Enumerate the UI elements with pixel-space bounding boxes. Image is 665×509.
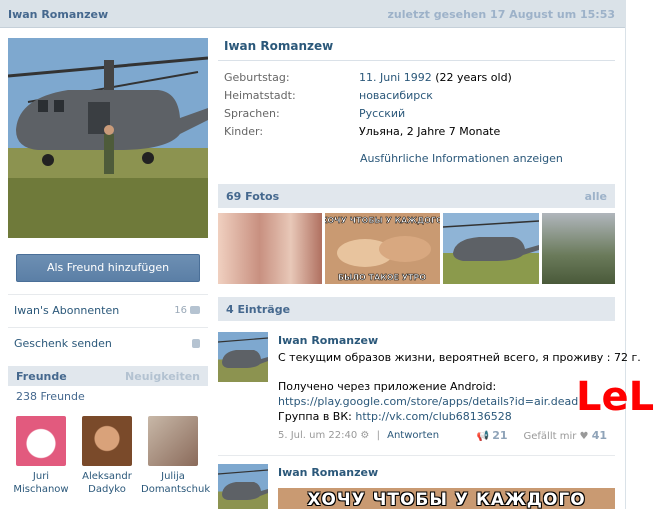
subscribers-link[interactable]: Iwan's Abonnenten 16	[8, 294, 208, 327]
post-group-prefix: Группа в ВК:	[278, 410, 356, 423]
post-divider	[218, 455, 615, 456]
photo-thumbnail[interactable]: ХОЧУ ЧТОБЫ У КАЖДОГО БЫЛО ТАКОЕ УТРО	[325, 213, 440, 284]
post-link[interactable]: https://play.google.com/store/apps/detai…	[278, 395, 578, 409]
meme-photo: ХОЧУ ЧТОБЫ У КАЖДОГО БЫЛО ТАКОЕ УТРО	[325, 213, 440, 284]
friend-avatar[interactable]	[82, 416, 132, 466]
meme-top-text: ХОЧУ ЧТОБЫ У КАЖДОГО	[325, 216, 440, 225]
hometown-link[interactable]: новасибирск	[359, 89, 433, 102]
friends-news-link[interactable]: Neuigkeiten	[125, 370, 200, 383]
wall-section-header[interactable]: 4 Einträge	[218, 297, 615, 321]
photo-thumbnail[interactable]	[443, 213, 539, 284]
add-friend-button[interactable]: Als Freund hinzufügen	[16, 254, 200, 282]
post-author-name[interactable]: Iwan Romanzew	[278, 466, 378, 479]
post-text: Группа в ВК: http://vk.com/club68136528	[278, 410, 512, 424]
friend-card[interactable]: Julija Domantschuk	[141, 416, 210, 496]
friend-first-name[interactable]: Aleksandr	[75, 470, 139, 483]
wall-post: Iwan Romanzew С текущим образов жизни, в…	[217, 332, 641, 452]
children-value: Ульяна, 2 Jahre 7 Monate	[359, 125, 501, 138]
like-button[interactable]: Gefällt mir ♥ 41	[523, 429, 608, 442]
friends-count[interactable]: 238 Freunde	[16, 390, 85, 403]
language-link[interactable]: Русский	[359, 107, 405, 120]
post-author-avatar[interactable]	[217, 464, 269, 509]
friend-last-name[interactable]: Mischanow	[9, 483, 73, 496]
annotation-text: LeL	[576, 374, 654, 416]
wall-title[interactable]: 4 Einträge	[226, 303, 290, 316]
post-date[interactable]: 5. Jul. um 22:40	[278, 430, 357, 441]
info-label: Kinder:	[224, 125, 264, 138]
separator: |	[376, 430, 380, 441]
photo-thumbnail[interactable]	[218, 213, 322, 284]
friend-last-name[interactable]: Domantschuk	[141, 483, 210, 496]
gear-icon[interactable]: ⚙	[360, 430, 369, 441]
gift-icon	[192, 338, 200, 348]
friends-title[interactable]: Freunde	[16, 370, 67, 383]
info-value: 11. Juni 1992 (22 years old)	[359, 71, 512, 84]
repost-button[interactable]: 📢 21	[476, 429, 508, 442]
info-label: Heimatstadt:	[224, 89, 296, 102]
likes-count: 41	[591, 429, 607, 442]
birthday-link[interactable]: 11. Juni 1992	[359, 71, 432, 84]
photos-title[interactable]: 69 Fotos	[226, 190, 279, 203]
name-divider	[218, 60, 615, 61]
info-label: Geburtstag:	[224, 71, 290, 84]
helicopter-icon	[217, 337, 269, 368]
wall-post: Iwan Romanzew ХОЧУ ЧТОБЫ У КАЖДОГО	[217, 464, 615, 509]
photos-section-header[interactable]: 69 Fotos alle	[218, 184, 615, 208]
friend-first-name[interactable]: Julija	[141, 470, 205, 483]
send-gift-link[interactable]: Geschenk senden	[8, 327, 208, 360]
post-image[interactable]: ХОЧУ ЧТОБЫ У КАЖДОГО	[278, 488, 615, 509]
last-seen-status: zuletzt gesehen 17 August um 15:53	[387, 8, 615, 21]
megaphone-icon: 📢	[476, 431, 490, 442]
subscribers-label: Iwan's Abonnenten	[14, 304, 120, 317]
friend-avatar[interactable]	[16, 416, 66, 466]
helicopter-photo	[8, 38, 208, 238]
people-icon	[190, 306, 200, 314]
gift-icon-wrap	[189, 338, 200, 349]
post-author-name[interactable]: Iwan Romanzew	[278, 334, 378, 347]
send-gift-label: Geschenk senden	[14, 337, 112, 350]
profile-header-bar: Iwan Romanzew zuletzt gesehen 17 August …	[0, 0, 625, 28]
likes-label: Gefällt mir	[523, 431, 577, 442]
photo-thumbnail[interactable]	[542, 213, 615, 284]
info-label: Sprachen:	[224, 107, 280, 120]
profile-name: Iwan Romanzew	[224, 39, 334, 53]
friend-card[interactable]: Juri Mischanow	[9, 416, 73, 496]
lel-annotation: LeL	[576, 374, 654, 416]
friends-section-header: Freunde Neuigkeiten	[8, 366, 208, 386]
helicopter-photo	[443, 213, 539, 284]
post-meme-text: ХОЧУ ЧТОБЫ У КАЖДОГО	[307, 490, 586, 509]
profile-avatar[interactable]	[8, 38, 208, 238]
friend-first-name[interactable]: Juri	[9, 470, 73, 483]
friend-card[interactable]: Aleksandr Dadyko	[75, 416, 139, 496]
post-author-avatar[interactable]	[217, 332, 269, 382]
photos-all-link[interactable]: alle	[585, 190, 607, 203]
post-actions: 📢 21 Gefällt mir ♥ 41	[477, 429, 607, 442]
meme-bottom-text: БЫЛО ТАКОЕ УТРО	[338, 273, 426, 282]
header-name[interactable]: Iwan Romanzew	[8, 8, 108, 21]
show-more-info-link[interactable]: Ausführliche Informationen anzeigen	[360, 152, 563, 165]
subscribers-count: 16	[174, 305, 200, 316]
page-right-border	[625, 0, 626, 509]
helicopter-icon	[217, 469, 269, 500]
post-text: С текущим образов жизни, вероятней всего…	[278, 351, 641, 364]
friend-last-name[interactable]: Dadyko	[75, 483, 139, 496]
reply-link[interactable]: Antworten	[387, 430, 439, 441]
repost-count: 21	[492, 429, 508, 442]
friend-avatar[interactable]	[148, 416, 198, 466]
post-group-link[interactable]: http://vk.com/club68136528	[355, 410, 511, 423]
age-text: (22 years old)	[431, 71, 512, 84]
post-meta: 5. Jul. um 22:40 ⚙ | Antworten	[278, 430, 439, 441]
post-text: Получено через приложение Android:	[278, 380, 497, 393]
heart-icon: ♥	[579, 431, 589, 442]
